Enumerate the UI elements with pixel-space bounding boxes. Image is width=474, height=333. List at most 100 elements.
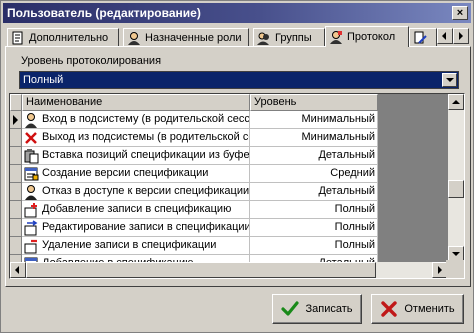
row-empty-area [378, 219, 448, 237]
checkmark-icon [281, 301, 300, 316]
document-icon [12, 31, 23, 44]
row-empty-area [378, 111, 448, 129]
save-label: Записать [305, 303, 353, 315]
person-icon [128, 31, 140, 45]
cell-name-text: Добавление в спецификацию [42, 255, 193, 262]
row-empty-area [378, 237, 448, 255]
scroll-corner [446, 260, 464, 278]
cell-name[interactable]: Вставка позиций спецификации из буфера [22, 147, 250, 165]
table-row[interactable]: Удаление записи в спецификации Полный [10, 237, 448, 255]
events-grid[interactable]: Наименование Уровень Вход в подсистему (… [9, 93, 465, 279]
column-header-level[interactable]: Уровень [250, 94, 378, 111]
horizontal-scroll-thumb[interactable] [26, 262, 376, 278]
cell-level[interactable]: Полный [250, 201, 378, 219]
cell-name[interactable]: Выход из подсистемы (в родительской сесс… [22, 129, 250, 147]
table-row[interactable]: Отказ в доступе к версии спецификации Дет… [10, 183, 448, 201]
row-indicator[interactable] [10, 183, 22, 201]
row-indicator[interactable] [10, 219, 22, 237]
save-button[interactable]: Записать [272, 294, 362, 324]
cell-level[interactable]: Средний [250, 165, 378, 183]
cell-name-text: Удаление записи в спецификации [42, 239, 217, 251]
title-bar[interactable]: Пользователь (редактирование) × [3, 3, 471, 23]
row-indicator[interactable] [10, 147, 22, 165]
grid-header: Наименование Уровень [10, 94, 448, 111]
tab-additional[interactable]: Дополнительно [7, 28, 119, 46]
cell-name[interactable]: Вход в подсистему (в родительской сессии… [22, 111, 250, 129]
table-row[interactable]: Добавление в спецификацию Детальный [10, 255, 448, 262]
window-title: Пользователь (редактирование) [7, 6, 201, 20]
cell-name-text: Добавление записи в спецификацию [42, 203, 232, 215]
vertical-scrollbar[interactable] [448, 94, 464, 262]
cell-name[interactable]: Редактирование записи в спецификации [22, 219, 250, 237]
row-indicator[interactable] [10, 111, 22, 129]
scroll-up-button[interactable] [448, 94, 464, 110]
vertical-scroll-thumb[interactable] [448, 180, 464, 198]
table-row[interactable]: Вход в подсистему (в родительской сессии… [10, 111, 448, 129]
row-indicator[interactable] [10, 129, 22, 147]
cell-name-text: Вход в подсистему (в родительской сессии… [42, 113, 250, 125]
header-indicator [10, 94, 22, 111]
row-empty-area [378, 129, 448, 147]
close-button[interactable]: × [452, 6, 468, 20]
cell-name[interactable]: Создание версии спецификации [22, 165, 250, 183]
table-row[interactable]: Вставка позиций спецификации из буфера Де… [10, 147, 448, 165]
edit-record-icon [24, 219, 38, 235]
access-denied-icon [25, 184, 37, 200]
row-indicator[interactable] [10, 165, 22, 183]
tabs-scroll-right-button[interactable] [453, 28, 469, 44]
row-empty-area [378, 183, 448, 201]
row-empty-area [378, 201, 448, 219]
cell-level[interactable]: Детальный [250, 183, 378, 201]
tab-protocol[interactable]: Протокол [325, 26, 409, 47]
row-indicator[interactable] [10, 201, 22, 219]
cell-name-text: Выход из подсистемы (в родительской сесс… [42, 131, 249, 143]
tab-assigned-roles[interactable]: Назначенные роли [123, 28, 249, 46]
logging-level-select[interactable]: Полный [19, 71, 459, 89]
cell-level[interactable]: Детальный [250, 147, 378, 165]
cell-name-text: Отказ в доступе к версии спецификации [42, 185, 250, 197]
tab-strip: Дополнительно Назначенные роли Группы Пр… [5, 26, 471, 47]
column-header-name[interactable]: Наименование [22, 94, 250, 111]
user-edit-window: Пользователь (редактирование) × Дополнит… [0, 0, 474, 333]
delete-record-icon [24, 239, 37, 253]
cell-name[interactable]: Отказ в доступе к версии спецификации [22, 183, 250, 201]
cell-level[interactable]: Полный [250, 237, 378, 255]
cross-icon [381, 301, 398, 317]
cell-name-text: Создание версии спецификации [42, 167, 209, 179]
dropdown-arrow-icon[interactable] [442, 73, 457, 87]
row-indicator[interactable] [10, 237, 22, 255]
table-row[interactable]: Добавление записи в спецификацию Полный [10, 201, 448, 219]
cell-name[interactable]: Добавление в спецификацию [22, 255, 250, 262]
paste-icon [24, 148, 39, 163]
tab-label: Дополнительно [29, 31, 109, 44]
tab-label: Группы [275, 31, 312, 44]
cell-level[interactable]: Минимальный [250, 129, 378, 147]
table-row[interactable]: Создание версии спецификации Средний [10, 165, 448, 183]
cell-level[interactable]: Полный [250, 219, 378, 237]
horizontal-scrollbar[interactable] [10, 262, 448, 278]
row-indicator[interactable] [10, 255, 22, 262]
group-icon [257, 32, 269, 45]
logout-icon [25, 131, 37, 144]
tab-groups[interactable]: Группы [253, 28, 325, 46]
scroll-left-button[interactable] [10, 262, 26, 278]
header-empty-area [378, 94, 448, 111]
cell-level[interactable]: Минимальный [250, 111, 378, 129]
tabs-scroll-left-button[interactable] [437, 28, 453, 44]
cell-name[interactable]: Добавление записи в спецификацию [22, 201, 250, 219]
cell-level[interactable]: Детальный [250, 255, 378, 262]
current-row-arrow-icon [13, 115, 18, 125]
spec-icon [24, 167, 39, 180]
table-row[interactable]: Выход из подсистемы (в родительской сесс… [10, 129, 448, 147]
protocol-icon [330, 31, 342, 44]
tab-label: Назначенные роли [145, 31, 242, 44]
row-empty-area [378, 165, 448, 183]
table-row[interactable]: Редактирование записи в спецификации Полн… [10, 219, 448, 237]
cancel-button[interactable]: Отменить [371, 294, 464, 324]
tab-label: Протокол [347, 31, 396, 43]
cell-name[interactable]: Удаление записи в спецификации [22, 237, 250, 255]
row-empty-area [378, 147, 448, 165]
tab-partial[interactable] [409, 28, 437, 46]
login-icon [25, 112, 37, 128]
add-record-icon [24, 202, 37, 217]
